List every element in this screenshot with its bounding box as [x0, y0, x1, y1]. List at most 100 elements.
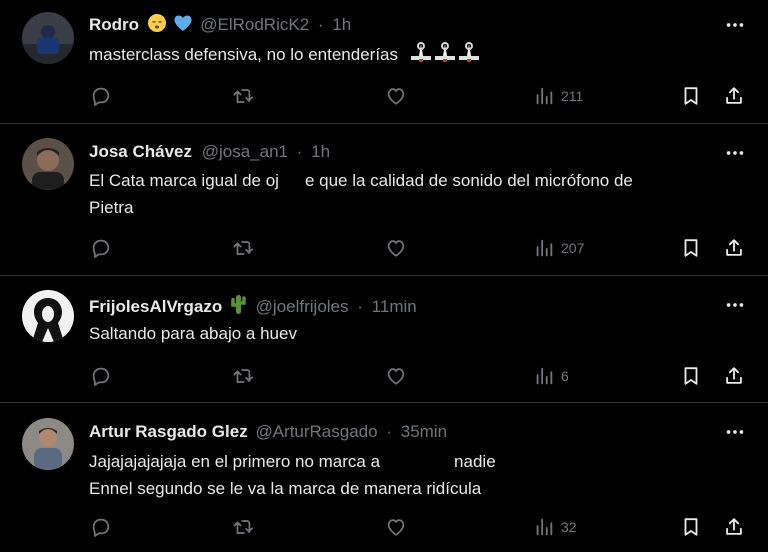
timestamp[interactable]: 1h: [311, 142, 330, 161]
retweet-button[interactable]: [232, 84, 254, 108]
timestamp[interactable]: 1h: [332, 15, 351, 34]
bookmark-button[interactable]: [680, 515, 702, 539]
like-button[interactable]: [385, 236, 407, 260]
share-icon: [726, 87, 742, 104]
separator-dot: ·: [386, 422, 392, 441]
views-count: 6: [561, 368, 569, 384]
tweet-text: Saltando para abajo a huev: [89, 320, 728, 347]
tweet-text-part: e que la calidad de sonido del micrófono…: [304, 171, 633, 190]
avatar-image: [22, 138, 74, 190]
views-button[interactable]: 32: [533, 515, 577, 539]
reply-icon: [92, 87, 110, 106]
views-count: 211: [561, 88, 584, 104]
like-button[interactable]: [385, 515, 407, 539]
user-handle[interactable]: @ElRodRicK2: [200, 15, 309, 34]
more-icon[interactable]: [724, 142, 746, 164]
tweet[interactable]: Rodro @ElRodRicK2 · 1h masterclass defen…: [0, 0, 768, 124]
reply-button[interactable]: [90, 364, 112, 388]
tweet-actions: 6: [0, 364, 768, 388]
more-icon[interactable]: [724, 294, 746, 316]
display-name[interactable]: Rodro: [89, 15, 139, 34]
like-icon: [387, 368, 405, 385]
bookmark-button[interactable]: [680, 236, 702, 260]
share-button[interactable]: [723, 364, 745, 388]
redacted-area: [278, 170, 305, 190]
views-icon: [536, 518, 553, 536]
retweet-button[interactable]: [232, 515, 254, 539]
display-name[interactable]: Artur Rasgado Glez: [89, 422, 248, 441]
views-button[interactable]: 207: [533, 236, 584, 260]
avatar-image: [22, 12, 74, 64]
blue-heart-emoji: [173, 13, 193, 39]
tweet-text-content: Saltando para abajo a huev: [89, 324, 297, 343]
retweet-icon: [233, 369, 254, 384]
tweet-text-part: Jajajajajajaja en el primero no marca a: [89, 452, 381, 471]
like-icon: [387, 519, 405, 536]
reply-button[interactable]: [90, 236, 112, 260]
more-icon[interactable]: [724, 14, 746, 36]
tweet-text-part: Ennel segundo se le va la marca de maner…: [89, 479, 482, 498]
tweet-text-content: masterclass defensiva, no lo entenderías: [89, 45, 399, 64]
retweet-icon: [233, 89, 254, 104]
share-button[interactable]: [723, 84, 745, 108]
separator-dot: ·: [296, 142, 303, 161]
reply-icon: [92, 367, 110, 386]
tweet-text: Jajajajajajaja en el primero no marca a n…: [89, 448, 728, 502]
tweet-text-part: nadie: [454, 452, 496, 471]
bookmark-icon: [684, 518, 698, 536]
tweet-header: Rodro @ElRodRicK2 · 1h: [89, 13, 351, 39]
like-button[interactable]: [385, 364, 407, 388]
bookmark-icon: [684, 367, 698, 385]
views-count: 207: [561, 240, 585, 256]
user-handle[interactable]: @ArturRasgado: [255, 422, 377, 441]
avatar[interactable]: [22, 12, 74, 64]
bookmark-button[interactable]: [680, 364, 702, 388]
tweet-header: FrijolesAlVrgazo @joelfrijoles · 11min: [89, 293, 417, 321]
tweet-text: El Cata marca igual de oj e que la calida…: [89, 167, 728, 221]
tweet-actions: 207: [0, 236, 768, 260]
retweet-button[interactable]: [232, 236, 254, 260]
user-handle[interactable]: @joelfrijoles: [256, 297, 349, 316]
reply-icon: [92, 518, 110, 537]
views-button[interactable]: 211: [533, 84, 583, 108]
more-icon[interactable]: [724, 421, 746, 443]
views-icon: [536, 239, 553, 257]
bookmark-button[interactable]: [680, 84, 702, 108]
reply-button[interactable]: [90, 515, 112, 539]
tweet-text-part: El Cata marca igual de oj: [89, 171, 279, 190]
redacted-area: [380, 451, 455, 471]
share-icon: [726, 239, 742, 256]
avatar-image: [22, 418, 74, 470]
share-icon: [726, 518, 742, 535]
retweet-button[interactable]: [232, 364, 254, 388]
tweet-text: masterclass defensiva, no lo entenderías: [89, 41, 728, 72]
like-icon: [387, 240, 405, 257]
reply-button[interactable]: [90, 84, 112, 108]
like-button[interactable]: [385, 84, 407, 108]
tweet[interactable]: Artur Rasgado Glez @ArturRasgado · 35min…: [0, 403, 768, 552]
display-name[interactable]: Josa Chávez: [89, 142, 192, 161]
share-icon: [726, 367, 742, 384]
timestamp[interactable]: 11min: [372, 297, 417, 316]
views-count: 32: [561, 519, 577, 535]
retweet-icon: [233, 520, 254, 535]
timestamp[interactable]: 35min: [401, 422, 447, 441]
avatar[interactable]: [22, 290, 74, 342]
user-handle[interactable]: @josa_an1: [202, 142, 288, 161]
share-button[interactable]: [723, 236, 745, 260]
avatar-image: [22, 290, 74, 342]
avatar[interactable]: [22, 138, 74, 190]
views-icon: [536, 367, 553, 385]
separator-dot: ·: [357, 297, 363, 316]
display-name[interactable]: FrijolesAlVrgazo: [89, 297, 222, 316]
separator-dot: ·: [317, 15, 324, 34]
tweet[interactable]: Josa Chávez @josa_an1 · 1h El Cata marca…: [0, 124, 768, 276]
avatar[interactable]: [22, 418, 74, 470]
tweet[interactable]: FrijolesAlVrgazo @joelfrijoles · 11min S…: [0, 276, 768, 403]
retweet-icon: [233, 241, 254, 256]
views-button[interactable]: 6: [533, 364, 569, 388]
bookmark-icon: [684, 239, 698, 257]
share-button[interactable]: [723, 515, 745, 539]
tweet-text-part: Pietra: [89, 198, 134, 217]
bookmark-icon: [684, 87, 698, 105]
